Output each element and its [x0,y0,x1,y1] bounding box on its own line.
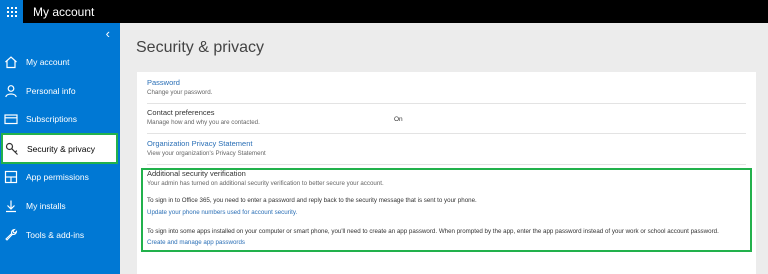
sidebar-item-label: App permissions [26,172,89,182]
collapse-chevron-icon[interactable]: ‹ [106,27,110,40]
divider [147,103,746,104]
sidebar-item-label: My account [26,57,70,67]
person-icon [4,84,18,98]
org-privacy-link[interactable]: Organization Privacy Statement [147,139,747,149]
key-icon [5,142,19,156]
password-section[interactable]: Password Change your password. [147,78,747,97]
org-privacy-desc: View your organization's Privacy Stateme… [147,150,266,157]
sidebar-item-label: Tools & add-ins [26,230,85,240]
home-icon [4,55,18,69]
card-icon [4,112,18,126]
sidebar-item-label: Subscriptions [26,114,78,124]
waffle-icon [6,6,17,17]
download-icon [4,199,18,213]
password-desc: Change your password. [147,89,213,96]
sidebar-item-label: Security & privacy [27,143,96,154]
app-launcher-button[interactable] [0,0,23,23]
sidebar-item-tools-addins[interactable]: Tools & add-ins [0,221,120,249]
contact-preferences-title: Contact preferences [147,108,215,117]
contact-preferences-desc: Manage how and why you are contacted. [147,119,260,126]
sidebar-item-app-permissions[interactable]: App permissions [0,163,120,191]
sidebar: ‹ My account Personal info Subscriptions… [0,23,120,274]
top-bar: My account [0,0,768,23]
sidebar-item-label: My installs [26,201,66,211]
sidebar-item-my-account[interactable]: My account [0,48,120,76]
grid-icon [4,170,18,184]
password-link[interactable]: Password [147,78,747,88]
annotation-highlight [141,168,752,252]
sidebar-item-security-privacy[interactable]: Security & privacy [1,133,118,164]
contact-preferences-value: On [394,116,403,123]
org-privacy-section[interactable]: Organization Privacy Statement View your… [147,139,747,158]
sidebar-item-subscriptions[interactable]: Subscriptions [0,105,120,133]
page-title: Security & privacy [136,39,265,56]
app-title: My account [33,4,95,19]
contact-preferences-section[interactable]: Contact preferences Manage how and why y… [147,108,747,127]
divider [147,133,746,134]
sidebar-item-personal-info[interactable]: Personal info [0,77,120,105]
sidebar-item-label: Personal info [26,86,76,96]
wrench-icon [4,228,18,242]
divider [147,164,746,165]
sidebar-item-my-installs[interactable]: My installs [0,192,120,220]
